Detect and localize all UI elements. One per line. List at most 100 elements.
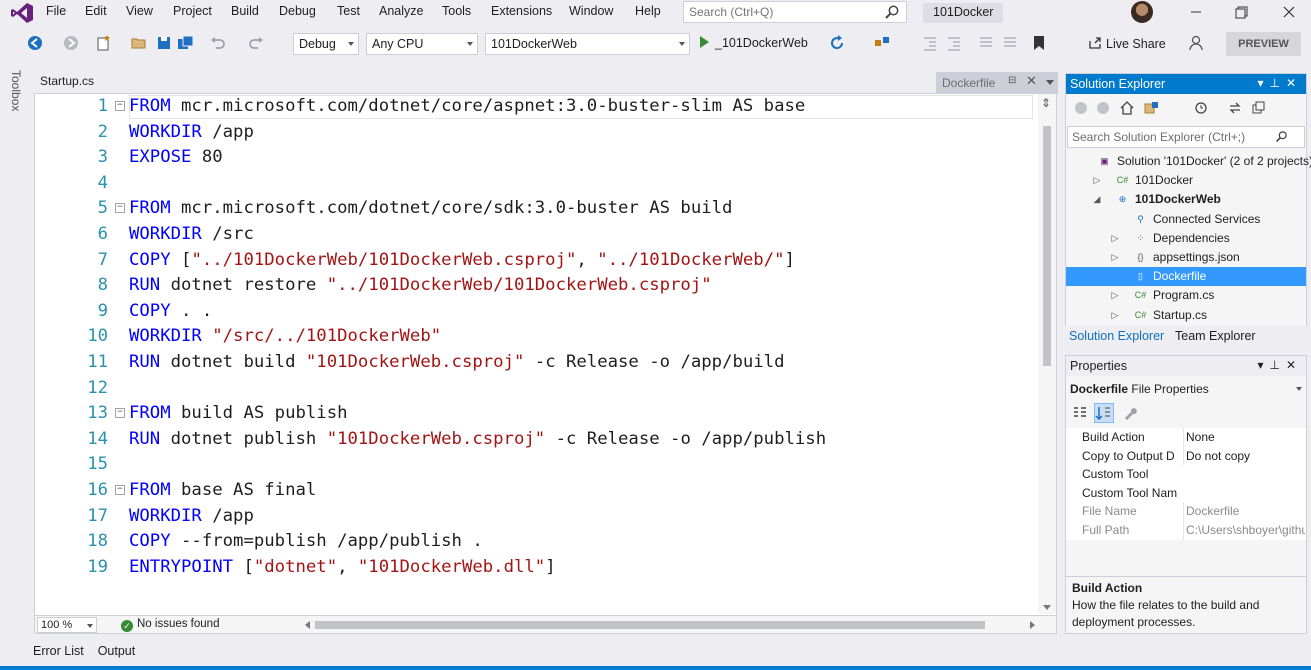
code-line[interactable]: 3 EXPOSE 80 [35, 145, 1035, 171]
categorized-icon[interactable] [1072, 405, 1088, 421]
menu-view[interactable]: View [126, 4, 153, 18]
close-panel-icon[interactable]: ✕ [1286, 358, 1302, 372]
feedback-person-icon[interactable] [1187, 34, 1205, 52]
close-panel-icon[interactable]: ✕ [1286, 76, 1302, 90]
user-avatar[interactable] [1131, 1, 1153, 23]
menu-test[interactable]: Test [337, 4, 360, 18]
pin-tab-icon[interactable]: ⊟ [1008, 75, 1016, 86]
forward-icon[interactable] [1096, 101, 1110, 115]
collapse-region-icon[interactable]: − [115, 203, 125, 214]
property-value[interactable]: Dockerfile [1183, 502, 1305, 521]
navigate-forward-icon[interactable] [62, 34, 80, 52]
back-icon[interactable] [1074, 101, 1088, 115]
global-search-box[interactable] [683, 1, 907, 23]
property-value[interactable]: None [1183, 428, 1305, 447]
property-row[interactable]: Build Action None [1066, 428, 1306, 447]
tab-startup-cs[interactable]: Startup.cs [40, 74, 94, 88]
collapsed-arrow-icon[interactable]: ▷ [1110, 248, 1120, 267]
tree-item[interactable]: ⚲ Connected Services [1066, 210, 1306, 229]
uncomment-lines-icon[interactable] [1001, 34, 1019, 52]
tab-team-explorer[interactable]: Team Explorer [1175, 329, 1256, 343]
vertical-scrollbar-thumb[interactable] [1043, 126, 1051, 366]
collapse-region-icon[interactable]: − [115, 485, 125, 495]
code-line[interactable]: 12 [35, 376, 1035, 402]
startup-project-dropdown[interactable]: 101DockerWeb [485, 33, 690, 55]
tab-solution-explorer[interactable]: Solution Explorer [1069, 329, 1164, 343]
close-tab-icon[interactable]: ✕ [1026, 73, 1037, 89]
tree-item[interactable]: ▷ {} appsettings.json [1066, 248, 1306, 267]
collapsed-arrow-icon[interactable]: ▷ [1110, 306, 1120, 325]
issues-indicator[interactable]: ✓ No issues found [121, 618, 219, 632]
maximize-icon[interactable] [1229, 2, 1255, 22]
tree-item[interactable]: ◢ ⊕ 101DockerWeb [1066, 190, 1306, 209]
property-row[interactable]: Copy to Output D Do not copy [1066, 446, 1306, 466]
code-line[interactable]: 17 WORKDIR /app [35, 504, 1035, 530]
tab-overflow-icon[interactable] [1046, 80, 1054, 85]
tab-error-list[interactable]: Error List [33, 644, 84, 658]
menu-debug[interactable]: Debug [279, 4, 316, 18]
code-line[interactable]: 19 ENTRYPOINT ["dotnet", "101DockerWeb.dl… [35, 555, 1035, 581]
scroll-left-icon[interactable] [305, 621, 310, 629]
menu-analyze[interactable]: Analyze [379, 4, 423, 18]
toolbox-tab[interactable]: Toolbox [9, 70, 23, 111]
property-row[interactable]: Custom Tool Nam [1066, 483, 1306, 503]
zoom-level-dropdown[interactable]: 100 % [37, 617, 97, 633]
indent-icon[interactable] [945, 34, 963, 52]
tree-item[interactable]: ▷ C# Program.cs [1066, 286, 1306, 305]
code-line[interactable]: 13− FROM build AS publish [35, 401, 1035, 427]
menu-build[interactable]: Build [231, 4, 259, 18]
switch-views-icon[interactable] [1144, 101, 1160, 115]
code-line[interactable]: 2 WORKDIR /app [35, 120, 1035, 146]
menu-edit[interactable]: Edit [85, 4, 107, 18]
save-all-icon[interactable] [177, 34, 195, 52]
panel-menu-icon[interactable]: ▾ [1257, 358, 1269, 372]
tab-dockerfile[interactable]: Dockerfile ⊟ ✕ [936, 72, 1058, 94]
solution-search-input[interactable]: Search Solution Explorer (Ctrl+;) [1067, 126, 1305, 148]
global-search-input[interactable] [689, 2, 879, 22]
property-value[interactable]: C:\Users\shboyer\githu [1183, 521, 1305, 540]
property-row[interactable]: Custom Tool [1066, 465, 1306, 484]
code-line[interactable]: 8 RUN dotnet restore "../101DockerWeb/101… [35, 273, 1035, 299]
refresh-icon[interactable] [828, 34, 846, 52]
browser-link-icon[interactable] [873, 34, 891, 52]
save-icon[interactable] [155, 34, 173, 52]
collapse-all-icon[interactable] [1252, 101, 1266, 115]
property-row[interactable]: Full Path C:\Users\shboyer\githu [1066, 521, 1306, 540]
solution-configuration-dropdown[interactable]: Debug [293, 33, 359, 55]
home-icon[interactable] [1120, 101, 1134, 115]
horizontal-scrollbar[interactable] [305, 619, 1035, 631]
code-line[interactable]: 1− FROM mcr.microsoft.com/dotnet/core/asp… [35, 94, 1035, 120]
code-line[interactable]: 6 WORKDIR /src [35, 222, 1035, 248]
new-project-icon[interactable] [95, 34, 113, 52]
panel-menu-icon[interactable]: ▾ [1257, 76, 1269, 90]
menu-tools[interactable]: Tools [442, 4, 471, 18]
code-line[interactable]: 14 RUN dotnet publish "101DockerWeb.cspro… [35, 427, 1035, 453]
undo-icon[interactable] [209, 34, 227, 52]
menu-window[interactable]: Window [569, 4, 613, 18]
code-line[interactable]: 4 [35, 171, 1035, 197]
menu-project[interactable]: Project [173, 4, 212, 18]
tree-item[interactable]: ▷ C# Startup.cs [1066, 306, 1306, 325]
code-line[interactable]: 18 COPY --from=publish /app/publish . [35, 529, 1035, 555]
tab-output[interactable]: Output [98, 644, 136, 658]
bookmark-icon[interactable] [1030, 34, 1048, 52]
start-debugging-button[interactable]: _101DockerWeb [700, 36, 808, 50]
tree-item[interactable]: ▷ C# 101Docker [1066, 171, 1306, 190]
split-editor-icon[interactable]: ⇕ [1041, 96, 1051, 110]
horizontal-scrollbar-thumb[interactable] [315, 621, 985, 629]
navigate-back-icon[interactable] [26, 34, 44, 52]
pin-panel-icon[interactable]: ⊥ [1269, 76, 1285, 90]
code-line[interactable]: 15 [35, 452, 1035, 478]
minimize-icon[interactable] [1183, 2, 1209, 22]
sync-icon[interactable] [1228, 101, 1242, 115]
preview-badge[interactable]: PREVIEW [1226, 32, 1301, 56]
collapsed-arrow-icon[interactable]: ▷ [1110, 229, 1120, 248]
solution-platform-dropdown[interactable]: Any CPU [366, 33, 478, 55]
tree-item[interactable]: ▣ Solution '101Docker' (2 of 2 projects) [1066, 152, 1311, 171]
alphabetical-sort-icon[interactable] [1094, 403, 1114, 423]
comment-lines-icon[interactable] [977, 34, 995, 52]
code-line[interactable]: 9 COPY . . [35, 299, 1035, 325]
collapse-region-icon[interactable]: − [115, 408, 125, 419]
collapsed-arrow-icon[interactable]: ▷ [1092, 171, 1102, 190]
property-row[interactable]: File Name Dockerfile [1066, 502, 1306, 521]
